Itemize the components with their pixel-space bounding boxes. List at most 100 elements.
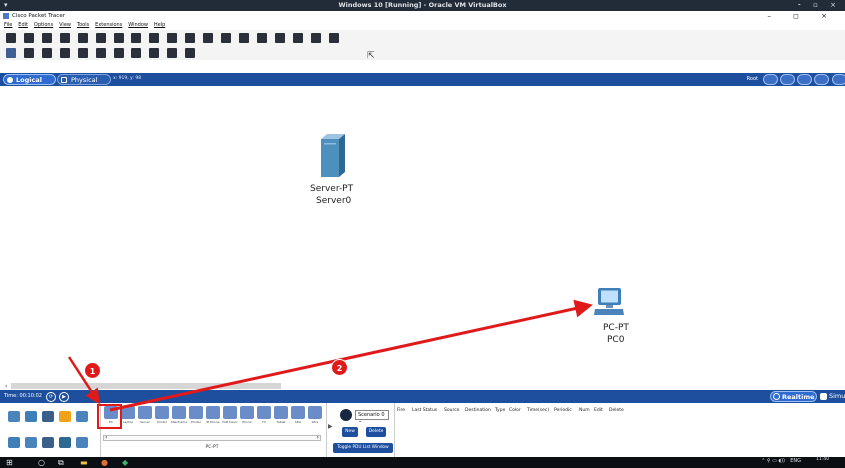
back-icon[interactable] bbox=[763, 74, 778, 85]
app-window-controls[interactable]: – ◻ × bbox=[767, 12, 837, 20]
device-name-label[interactable]: Server0 bbox=[316, 196, 351, 206]
ellipse-icon[interactable] bbox=[131, 48, 142, 58]
delete-tool-icon[interactable] bbox=[41, 48, 52, 58]
open-file-icon[interactable] bbox=[23, 33, 34, 43]
windows-start-icon[interactable]: ⊞ bbox=[6, 458, 13, 467]
server-icon[interactable] bbox=[318, 133, 346, 178]
set-background-icon[interactable] bbox=[814, 74, 829, 85]
menu-view[interactable]: View bbox=[59, 22, 71, 28]
device-phone[interactable]: Phone bbox=[239, 406, 255, 426]
workspace-scrollbar[interactable] bbox=[11, 383, 281, 389]
redo-icon[interactable] bbox=[185, 33, 196, 43]
smart-city-icon[interactable] bbox=[59, 437, 71, 448]
packet-tracer-taskbar-icon[interactable]: ◆ bbox=[122, 458, 128, 467]
device-name-label[interactable]: PC0 bbox=[607, 335, 624, 345]
cluster-icon[interactable] bbox=[292, 33, 303, 43]
new-cluster-icon[interactable] bbox=[780, 74, 795, 85]
scroll-left-icon[interactable]: ‹ bbox=[105, 434, 107, 441]
delete-scenario-button[interactable]: Delete bbox=[366, 427, 386, 437]
pdu-col-delete[interactable]: Delete bbox=[609, 408, 624, 413]
network-info-icon[interactable] bbox=[113, 33, 124, 43]
pdu-col-edit[interactable]: Edit bbox=[594, 408, 603, 413]
pdu-col-type[interactable]: Type bbox=[495, 408, 505, 413]
pdu-col-num[interactable]: Num bbox=[579, 408, 590, 413]
menu-help[interactable]: Help bbox=[154, 22, 165, 28]
components-icon[interactable] bbox=[42, 411, 54, 422]
info-icon[interactable] bbox=[77, 33, 88, 43]
menu-extensions[interactable]: Extensions bbox=[95, 22, 122, 28]
device-server[interactable]: Server bbox=[137, 406, 153, 426]
rectangle-icon[interactable] bbox=[113, 48, 124, 58]
complex-pdu-icon[interactable] bbox=[185, 48, 196, 58]
pdu-col-color[interactable]: Color bbox=[509, 408, 521, 413]
device-palette-scrollbar[interactable]: ‹ › bbox=[103, 434, 321, 441]
toggle-pdu-list-button[interactable]: Toggle PDU List Window bbox=[333, 443, 393, 453]
scroll-left-icon[interactable]: ‹ bbox=[5, 383, 7, 390]
system-tray-icons[interactable]: ⌃ ⚲ ▭ ◖)) bbox=[761, 458, 785, 464]
image-icon[interactable] bbox=[328, 33, 339, 43]
root-label[interactable]: Root bbox=[747, 76, 758, 82]
device-printer[interactable]: Printer bbox=[154, 406, 170, 426]
print-icon[interactable] bbox=[59, 33, 70, 43]
device-laptop[interactable]: Laptop bbox=[120, 406, 136, 426]
undo-icon[interactable] bbox=[167, 33, 178, 43]
select-icon[interactable] bbox=[6, 48, 16, 58]
power-cycle-icon[interactable]: ⟳ bbox=[46, 392, 56, 402]
scenario-select[interactable]: Scenario 0 ⌄ bbox=[355, 410, 389, 424]
simple-pdu-icon[interactable] bbox=[167, 48, 178, 58]
taskbar-clock[interactable]: 11:40 bbox=[816, 457, 829, 462]
misc-icon[interactable] bbox=[76, 411, 88, 422]
zoom-in-icon[interactable] bbox=[203, 33, 214, 43]
device-tv[interactable]: TV bbox=[256, 406, 272, 426]
network-devices-icon[interactable] bbox=[8, 411, 20, 422]
realtime-tab[interactable]: Realtime bbox=[770, 391, 817, 402]
inspect-icon[interactable] bbox=[23, 48, 34, 58]
end-devices-sub-icon[interactable] bbox=[8, 437, 20, 448]
custom-device-icon[interactable] bbox=[274, 33, 285, 43]
menu-edit[interactable]: Edit bbox=[18, 22, 28, 28]
device-wire[interactable]: Wire bbox=[307, 406, 323, 426]
freeform-icon[interactable] bbox=[149, 48, 160, 58]
device-printer-2[interactable]: Printer bbox=[188, 406, 204, 426]
menu-file[interactable]: File bbox=[4, 22, 12, 28]
zoom-out-icon[interactable] bbox=[238, 33, 249, 43]
industrial-icon[interactable] bbox=[76, 437, 88, 448]
simulation-tab[interactable]: Simulation bbox=[819, 391, 845, 402]
line-icon[interactable] bbox=[95, 48, 106, 58]
note-icon[interactable] bbox=[77, 48, 88, 58]
device-sda[interactable]: SDA bbox=[290, 406, 306, 426]
pdu-icon[interactable] bbox=[310, 33, 321, 43]
device-tablet[interactable]: Tablet bbox=[273, 406, 289, 426]
device-voip[interactable]: VoIP Device bbox=[222, 406, 238, 426]
connections-icon[interactable] bbox=[59, 411, 71, 422]
end-devices-icon[interactable] bbox=[25, 411, 37, 422]
search-icon[interactable]: ○ bbox=[38, 458, 45, 467]
zoom-reset-icon[interactable] bbox=[221, 33, 232, 43]
logical-workspace[interactable] bbox=[0, 86, 845, 382]
firefox-icon[interactable]: ● bbox=[101, 458, 108, 467]
pdu-col-source[interactable]: Source bbox=[444, 408, 459, 413]
pdu-col-periodic[interactable]: Periodic bbox=[554, 408, 572, 413]
viewport-icon[interactable] bbox=[832, 74, 845, 85]
file-explorer-icon[interactable]: ▬ bbox=[80, 458, 88, 467]
save-icon[interactable] bbox=[41, 33, 52, 43]
pdu-col-fire[interactable]: Fire bbox=[397, 408, 405, 413]
drawing-palette-icon[interactable] bbox=[256, 33, 267, 43]
paste-icon[interactable] bbox=[149, 33, 160, 43]
resize-icon[interactable] bbox=[59, 48, 70, 58]
new-file-icon[interactable] bbox=[6, 33, 16, 43]
vbox-window-controls[interactable]: ⁃ ▫ × bbox=[797, 1, 841, 9]
physical-tab[interactable]: Physical bbox=[57, 74, 111, 85]
wizard-icon[interactable] bbox=[95, 33, 106, 43]
task-view-icon[interactable]: ⧉ bbox=[58, 458, 64, 468]
menu-tools[interactable]: Tools bbox=[77, 22, 89, 28]
wireless-devices-icon[interactable] bbox=[25, 437, 37, 448]
logical-tab[interactable]: Logical bbox=[3, 74, 56, 85]
move-object-icon[interactable] bbox=[797, 74, 812, 85]
language-indicator[interactable]: ENG bbox=[790, 458, 801, 464]
menu-options[interactable]: Options bbox=[34, 22, 53, 28]
pdu-col-destination[interactable]: Destination bbox=[465, 408, 491, 413]
pdu-col-last-status[interactable]: Last Status bbox=[412, 408, 437, 413]
new-scenario-button[interactable]: New bbox=[342, 427, 358, 437]
pc-icon[interactable] bbox=[593, 287, 625, 317]
